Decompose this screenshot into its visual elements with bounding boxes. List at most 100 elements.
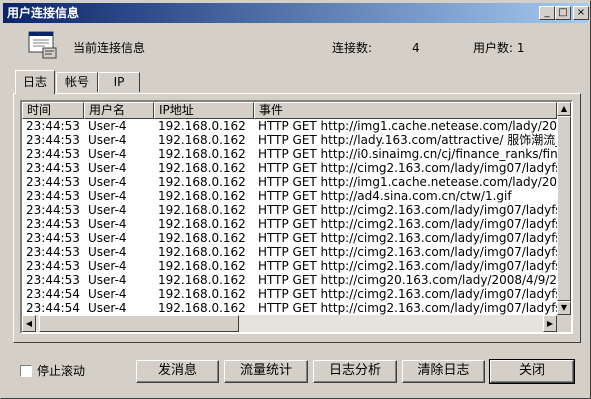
cell-time: 23:44:53	[26, 175, 80, 189]
table-row[interactable]: 23:44:53 User-4 192.168.0.162 HTTP GET http…	[22, 231, 557, 245]
cell-event: HTTP GET http://cimg2.163.com/lady/img07…	[258, 245, 557, 259]
table-row[interactable]: 23:44:53 User-4 192.168.0.162 HTTP GET http…	[22, 147, 557, 161]
tab-ip[interactable]: IP	[98, 72, 140, 92]
traffic-stats-button[interactable]: 流量统计	[224, 360, 308, 383]
log-list-header: 时间 用户名 IP地址 事件	[22, 102, 571, 119]
column-header-time[interactable]: 时间	[22, 102, 84, 119]
log-list[interactable]: 时间 用户名 IP地址 事件 23:44:53 User-4 192.168.0.1…	[20, 100, 573, 334]
cell-event: HTTP GET http://img1.cache.netease.com/l…	[258, 175, 557, 189]
vertical-scroll-thumb[interactable]	[557, 116, 571, 301]
table-row[interactable]: 23:44:53 User-4 192.168.0.162 HTTP GET http…	[22, 273, 557, 287]
column-header-user[interactable]: 用户名	[84, 102, 154, 119]
connection-info-icon	[28, 31, 58, 59]
cell-time: 23:44:53	[26, 119, 80, 133]
cell-user: User-4	[88, 273, 127, 287]
cell-time: 23:44:54	[26, 287, 80, 301]
horizontal-scrollbar[interactable]: ◀ ▶	[22, 315, 557, 332]
table-row[interactable]: 23:44:53 User-4 192.168.0.162 HTTP GET http…	[22, 203, 557, 217]
table-row[interactable]: 23:44:53 User-4 192.168.0.162 HTTP GET http…	[22, 133, 557, 147]
cell-ip: 192.168.0.162	[158, 259, 246, 273]
cell-event: HTTP GET http://img1.cache.netease.com/l…	[258, 119, 557, 133]
cell-ip: 192.168.0.162	[158, 273, 246, 287]
cell-user: User-4	[88, 217, 127, 231]
connections-value: 4	[412, 41, 420, 55]
table-row[interactable]: 23:44:53 User-4 192.168.0.162 HTTP GET http…	[22, 259, 557, 273]
cell-time: 23:44:53	[26, 203, 80, 217]
minimize-button[interactable]: _	[539, 6, 555, 20]
cell-ip: 192.168.0.162	[158, 245, 246, 259]
cell-event: HTTP GET http://lady.163.com/attractive/…	[258, 133, 557, 147]
cell-user: User-4	[88, 203, 127, 217]
cell-time: 23:44:53	[26, 189, 80, 203]
scroll-left-button[interactable]: ◀	[22, 315, 36, 332]
cell-ip: 192.168.0.162	[158, 161, 246, 175]
cell-user: User-4	[88, 175, 127, 189]
table-row[interactable]: 23:44:54 User-4 192.168.0.162 HTTP GET http…	[22, 287, 557, 301]
cell-event: HTTP GET http://ad4.sina.com.cn/ctw/1.gi…	[258, 189, 512, 203]
scrollbar-corner	[557, 315, 571, 332]
cell-time: 23:44:53	[26, 245, 80, 259]
maximize-button[interactable]: □	[555, 6, 571, 20]
horizontal-scroll-thumb[interactable]	[39, 315, 239, 332]
log-rows: 23:44:53 User-4 192.168.0.162 HTTP GET http…	[22, 119, 557, 315]
window-title: 用户连接信息	[7, 6, 80, 20]
cell-time: 23:44:53	[26, 147, 80, 161]
tab-account[interactable]: 帐号	[56, 72, 98, 92]
users-count: 用户数: 1	[473, 41, 525, 55]
cell-time: 23:44:53	[26, 259, 80, 273]
stop-scroll-checkbox[interactable]	[20, 365, 32, 377]
log-analysis-button[interactable]: 日志分析	[313, 360, 397, 383]
cell-ip: 192.168.0.162	[158, 189, 246, 203]
stop-scroll-label[interactable]: 停止滚动	[37, 363, 85, 379]
table-row[interactable]: 23:44:53 User-4 192.168.0.162 HTTP GET http…	[22, 189, 557, 203]
cell-event: HTTP GET http://cimg2.163.com/lady/img07…	[258, 203, 557, 217]
scroll-right-button[interactable]: ▶	[543, 315, 557, 332]
cell-user: User-4	[88, 161, 127, 175]
cell-time: 23:44:54	[26, 301, 80, 315]
clear-log-button[interactable]: 清除日志	[402, 360, 485, 383]
table-row[interactable]: 23:44:53 User-4 192.168.0.162 HTTP GET http…	[22, 119, 557, 133]
cell-ip: 192.168.0.162	[158, 175, 246, 189]
cell-time: 23:44:53	[26, 133, 80, 147]
cell-event: HTTP GET http://cimg2.163.com/lady/img07…	[258, 161, 557, 175]
cell-event: HTTP GET http://cimg2.163.com/lady/img07…	[258, 301, 557, 315]
cell-event: HTTP GET http://cimg2.163.com/lady/img07…	[258, 287, 557, 301]
table-row[interactable]: 23:44:53 User-4 192.168.0.162 HTTP GET http…	[22, 161, 557, 175]
cell-user: User-4	[88, 147, 127, 161]
cell-ip: 192.168.0.162	[158, 147, 246, 161]
table-row[interactable]: 23:44:53 User-4 192.168.0.162 HTTP GET http…	[22, 175, 557, 189]
cell-ip: 192.168.0.162	[158, 217, 246, 231]
close-button[interactable]: 关闭	[489, 359, 575, 384]
vertical-scrollbar[interactable]: ▲ ▼	[557, 102, 571, 315]
send-message-button[interactable]: 发消息	[136, 360, 219, 383]
cell-time: 23:44:53	[26, 231, 80, 245]
cell-user: User-4	[88, 245, 127, 259]
cell-ip: 192.168.0.162	[158, 287, 246, 301]
connection-info-window: 用户连接信息 _ □ × 当前连接信息 连接数: 4 用户数: 1 日志 帐号 …	[0, 0, 591, 399]
table-row[interactable]: 23:44:53 User-4 192.168.0.162 HTTP GET http…	[22, 245, 557, 259]
cell-ip: 192.168.0.162	[158, 301, 246, 315]
cell-ip: 192.168.0.162	[158, 119, 246, 133]
cell-event: HTTP GET http://cimg2.163.com/lady/img07…	[258, 231, 557, 245]
cell-user: User-4	[88, 189, 127, 203]
scroll-up-button[interactable]: ▲	[557, 102, 571, 116]
cell-time: 23:44:53	[26, 161, 80, 175]
cell-user: User-4	[88, 287, 127, 301]
tab-log[interactable]: 日志	[15, 70, 55, 94]
cell-user: User-4	[88, 259, 127, 273]
cell-event: HTTP GET http://cimg2.163.com/lady/img07…	[258, 259, 557, 273]
cell-ip: 192.168.0.162	[158, 203, 246, 217]
cell-user: User-4	[88, 119, 127, 133]
close-window-button[interactable]: ×	[573, 6, 589, 20]
cell-user: User-4	[88, 133, 127, 147]
table-row[interactable]: 23:44:54 User-4 192.168.0.162 HTTP GET http…	[22, 301, 557, 315]
scroll-down-button[interactable]: ▼	[557, 301, 571, 315]
column-header-ip[interactable]: IP地址	[154, 102, 254, 119]
cell-event: HTTP GET http://cimg20.163.com/lady/2008…	[258, 273, 557, 287]
cell-ip: 192.168.0.162	[158, 231, 246, 245]
cell-ip: 192.168.0.162	[158, 133, 246, 147]
cell-user: User-4	[88, 231, 127, 245]
column-header-event[interactable]: 事件	[254, 102, 557, 119]
cell-time: 23:44:53	[26, 273, 80, 287]
table-row[interactable]: 23:44:53 User-4 192.168.0.162 HTTP GET http…	[22, 217, 557, 231]
